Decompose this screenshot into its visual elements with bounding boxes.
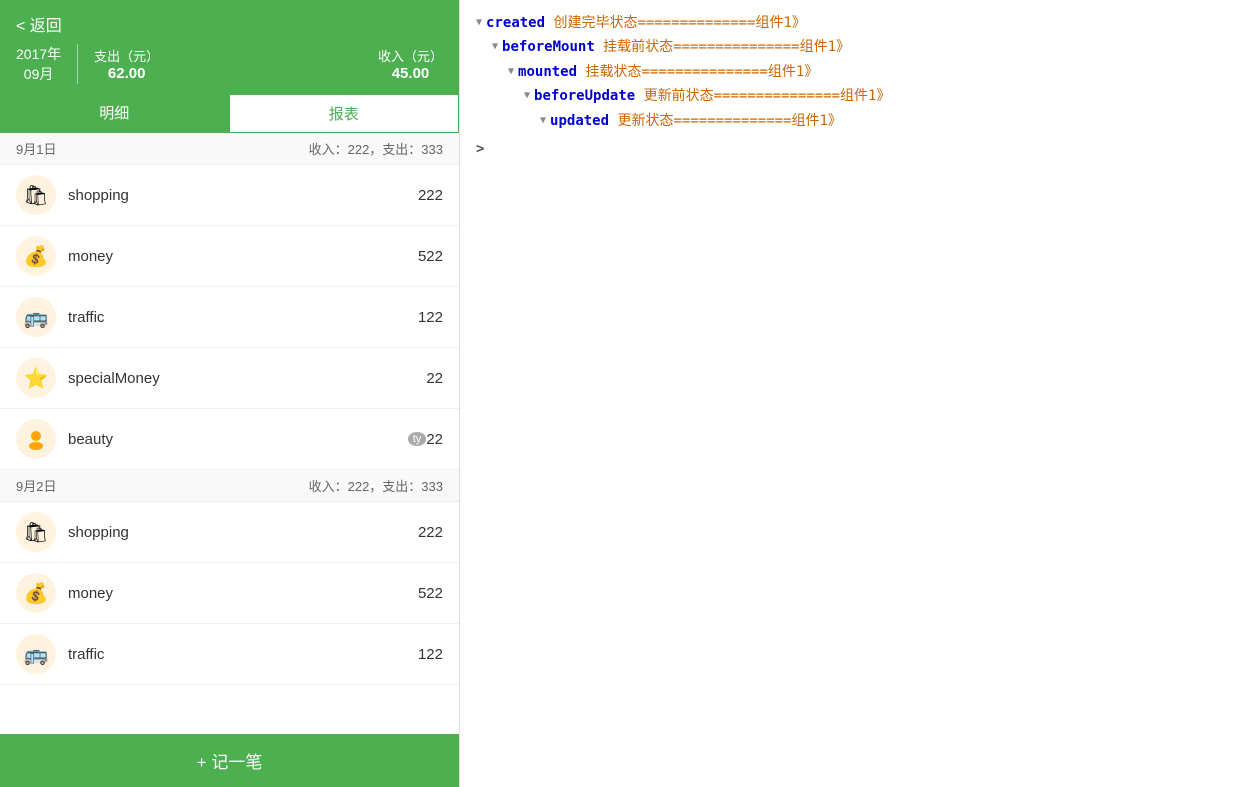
item-amount: 222 [418,524,443,541]
item-amount: 122 [418,646,443,663]
code-text: 更新前状态===============组件1》 [635,85,890,107]
triangle-icon: ▼ [492,39,498,55]
code-keyword: created [486,12,545,34]
code-line-5: ▼ updated 更新状态==============组件1》 [540,110,1219,132]
tab-mingxi[interactable]: 明细 [0,94,229,133]
income-stat: 收入（元） 45.00 [378,46,443,82]
tab-bar: 明细 报表 [0,94,459,133]
code-line-2: ▼ beforeMount 挂载前状态===============组件1》 [492,36,1219,58]
header-date: 2017年 09月 [16,44,78,84]
code-line-4: ▼ beforeUpdate 更新前状态===============组件1》 [524,85,1219,107]
list-item[interactable]: 💰 money 522 [0,563,459,624]
code-panel: ▼ created 创建完毕状态==============组件1》 ▼ bef… [460,0,1235,787]
code-keyword: beforeUpdate [534,85,635,107]
traffic-icon: 🚌 [16,297,56,337]
item-name: shopping [68,187,418,204]
date-label-2: 9月2日 [16,476,56,495]
money-icon-2: 💰 [16,573,56,613]
code-line-6: > [476,138,1219,160]
list-item[interactable]: 🛍 shopping 222 [0,165,459,226]
shopping-icon-2: 🛍 [16,512,56,552]
item-name: shopping [68,524,418,541]
item-name: specialMoney [68,370,426,387]
item-name: money [68,585,418,602]
code-text: 挂载前状态===============组件1》 [595,36,850,58]
code-text: 挂载状态===============组件1》 [577,61,818,83]
date-label-1: 9月1日 [16,139,56,158]
transaction-list: 9月1日 收入：222，支出：333 🛍 shopping 222 💰 mone… [0,133,459,734]
expense-label: 支出（元） [94,46,159,65]
back-button[interactable]: < 返回 [16,12,443,36]
triangle-icon: ▼ [524,88,530,104]
code-keyword: mounted [518,61,577,83]
item-amount: 522 [418,585,443,602]
date-summary-1: 收入：222，支出：333 [309,139,443,158]
item-name: beauty [68,431,406,448]
income-value: 45.00 [392,65,430,82]
code-line-1: ▼ created 创建完毕状态==============组件1》 [476,12,1219,34]
add-record-button[interactable]: + 记一笔 [0,734,459,787]
item-amount: 222 [418,187,443,204]
item-name: traffic [68,309,418,326]
beauty-icon [16,419,56,459]
code-text: 创建完毕状态==============组件1》 [545,12,806,34]
code-keyword: beforeMount [502,36,595,58]
shopping-icon: 🛍 [16,175,56,215]
code-text: 更新状态==============组件1》 [609,110,842,132]
beauty-badge: ty [408,432,427,446]
list-item[interactable]: 💰 money 522 [0,226,459,287]
triangle-icon: ▼ [508,64,514,80]
tab-baobiao[interactable]: 报表 [229,94,460,133]
list-item[interactable]: 🛍 shopping 222 [0,502,459,563]
date-header-1: 9月1日 收入：222，支出：333 [0,133,459,165]
triangle-icon: ▼ [476,15,482,31]
traffic-icon-2: 🚌 [16,634,56,674]
date-header-2: 9月2日 收入：222，支出：333 [0,470,459,502]
money-icon: 💰 [16,236,56,276]
app-header: < 返回 2017年 09月 支出（元） 62.00 收入（元） 45.00 [0,0,459,94]
item-name: traffic [68,646,418,663]
income-label: 收入（元） [378,46,443,65]
code-keyword: updated [550,110,609,132]
triangle-icon: ▼ [540,113,546,129]
greater-than-icon: > [476,138,484,160]
item-amount: 22 [426,431,443,448]
item-amount: 522 [418,248,443,265]
year-label: 2017年 [16,44,61,64]
code-line-3: ▼ mounted 挂载状态===============组件1》 [508,61,1219,83]
list-item[interactable]: 🚌 traffic 122 [0,287,459,348]
item-amount: 122 [418,309,443,326]
special-money-icon: ⭐ [16,358,56,398]
item-name: money [68,248,418,265]
list-item[interactable]: 🚌 traffic 122 [0,624,459,685]
date-summary-2: 收入：222，支出：333 [309,476,443,495]
header-stats: 支出（元） 62.00 收入（元） 45.00 [78,46,443,82]
month-label: 09月 [16,64,61,84]
expense-stat: 支出（元） 62.00 [94,46,159,82]
list-item[interactable]: ⭐ specialMoney 22 [0,348,459,409]
item-amount: 22 [426,370,443,387]
left-panel: < 返回 2017年 09月 支出（元） 62.00 收入（元） 45.00 明… [0,0,460,787]
list-item[interactable]: beauty ty 22 [0,409,459,470]
expense-value: 62.00 [108,65,146,82]
